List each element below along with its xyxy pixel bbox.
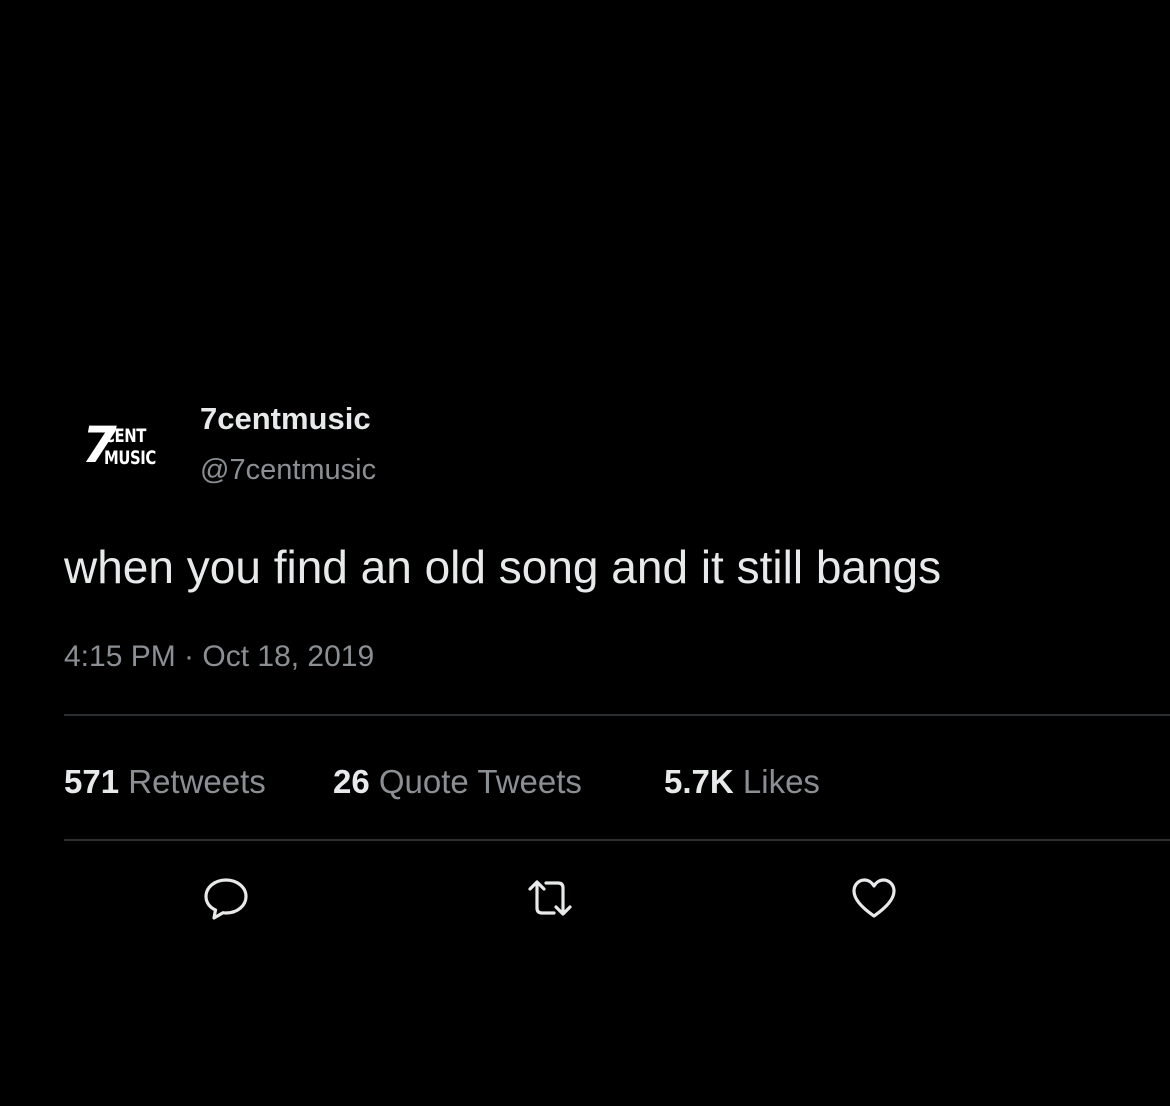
heart-outline-icon (852, 878, 896, 918)
tweet-card: 7 CENT MUSIC 7centmusic @7centmusic when… (0, 0, 1170, 1106)
user-handle[interactable]: @7centmusic (200, 452, 376, 488)
quote-tweets-label: Quote Tweets (378, 763, 582, 800)
retweet-arrows-icon (528, 880, 572, 916)
speech-bubble-icon (204, 878, 248, 920)
retweets-stat[interactable]: 571 Retweets (64, 762, 266, 802)
quote-tweets-count: 26 (333, 763, 370, 800)
avatar[interactable]: 7 CENT MUSIC (80, 420, 156, 474)
likes-label: Likes (742, 763, 820, 800)
likes-count: 5.7K (664, 763, 734, 800)
avatar-logo-music: MUSIC (104, 447, 156, 469)
reply-button[interactable] (200, 872, 252, 924)
divider (64, 839, 1170, 841)
divider (64, 714, 1170, 716)
like-button[interactable] (848, 872, 900, 924)
retweets-label: Retweets (128, 763, 266, 800)
quote-tweets-stat[interactable]: 26 Quote Tweets (333, 762, 582, 802)
tweet-timestamp[interactable]: 4:15 PM · Oct 18, 2019 (64, 638, 374, 676)
likes-stat[interactable]: 5.7K Likes (664, 762, 820, 802)
display-name[interactable]: 7centmusic (200, 400, 371, 438)
tweet-text: when you find an old song and it still b… (64, 541, 942, 593)
avatar-logo-cent: CENT (104, 425, 146, 447)
retweet-button[interactable] (524, 872, 576, 924)
retweets-count: 571 (64, 763, 120, 800)
